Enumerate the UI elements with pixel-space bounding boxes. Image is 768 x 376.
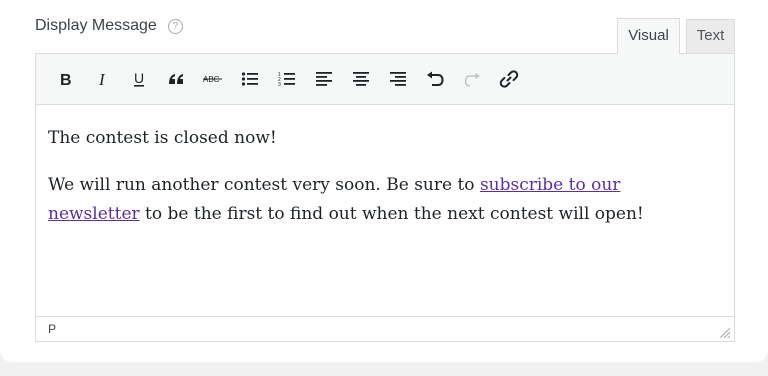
bulleted-list-button[interactable]	[232, 62, 267, 96]
svg-text:U: U	[134, 70, 144, 86]
content-paragraph: We will run another contest very soon. B…	[48, 171, 714, 229]
field-label-row: Display Message ?	[35, 17, 183, 35]
bold-button[interactable]: B	[47, 62, 82, 96]
content-paragraph: The contest is closed now!	[48, 128, 277, 148]
align-center-button[interactable]	[343, 62, 378, 96]
resize-handle-icon[interactable]	[720, 328, 730, 338]
numbered-list-button[interactable]: 1 2 3	[269, 62, 304, 96]
tab-text[interactable]: Text	[686, 19, 735, 53]
svg-text:B: B	[60, 72, 72, 87]
underline-icon: U	[133, 70, 144, 87]
link-icon	[499, 70, 518, 88]
insert-link-button[interactable]	[491, 62, 526, 96]
undo-icon	[426, 71, 444, 86]
editor-content[interactable]: The contest is closed now! We will run a…	[48, 124, 714, 247]
redo-icon	[464, 73, 480, 87]
svg-text:3: 3	[278, 82, 281, 87]
numbered-list-icon: 1 2 3	[278, 72, 295, 87]
content-text: to be the first to find out when the nex…	[139, 204, 644, 224]
bullet-list-icon	[241, 72, 258, 86]
bold-icon: B	[60, 72, 72, 87]
rich-text-editor: B I U ABC 1 2 3 The contest is closed no…	[35, 53, 735, 342]
help-icon[interactable]: ?	[167, 18, 183, 34]
align-right-icon	[389, 72, 406, 86]
align-right-button[interactable]	[380, 62, 415, 96]
quote-icon	[168, 74, 183, 84]
undo-button[interactable]	[417, 62, 452, 96]
underline-button[interactable]: U	[121, 62, 156, 96]
svg-text:I: I	[98, 71, 106, 87]
align-center-icon	[352, 72, 369, 86]
redo-button[interactable]	[454, 62, 489, 96]
editor-toolbar: B I U ABC 1 2 3	[36, 54, 734, 105]
align-left-icon	[315, 72, 332, 86]
display-message-card: Display Message ? Visual Text B I U ABC …	[0, 0, 768, 362]
align-left-button[interactable]	[306, 62, 341, 96]
italic-button[interactable]: I	[84, 62, 119, 96]
strikethrough-icon: ABC	[202, 75, 222, 84]
content-text: We will run another contest very soon. B…	[48, 175, 480, 195]
italic-icon: I	[98, 71, 106, 87]
field-label: Display Message	[35, 17, 157, 34]
element-path[interactable]: P	[48, 322, 56, 336]
blockquote-button[interactable]	[158, 62, 193, 96]
strikethrough-button[interactable]: ABC	[195, 62, 230, 96]
editor-statusbar: P	[36, 316, 734, 341]
tab-visual[interactable]: Visual	[617, 18, 680, 54]
